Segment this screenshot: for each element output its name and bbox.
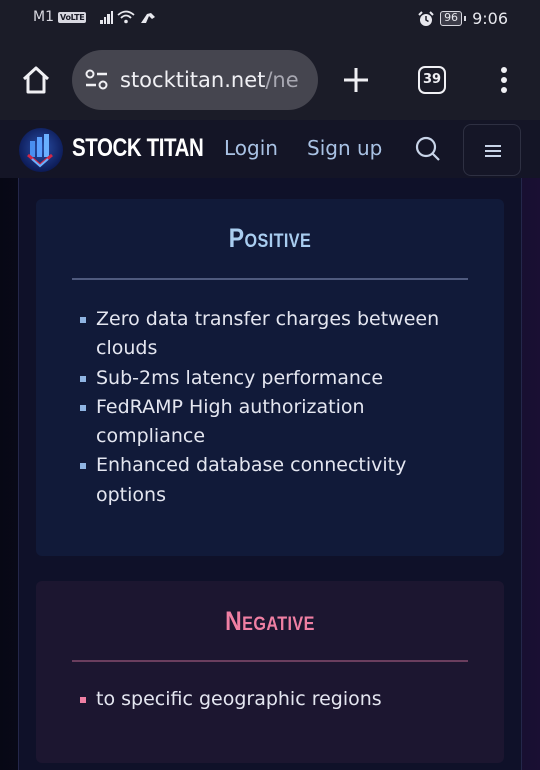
more-menu-icon[interactable] [496,64,512,96]
negative-panel: Negative to specific geographic regions [36,581,504,763]
negative-divider [72,660,468,662]
volte-badge: VoLTE [58,11,87,23]
list-item: Enhanced database connectivity options [80,451,452,510]
carrier-label: M1 [33,9,54,25]
hamburger-line [485,150,501,152]
site-settings-icon[interactable] [84,69,110,91]
address-bar[interactable]: stocktitan.net/ne [72,50,318,110]
list-item: FedRAMP High authorization compliance [80,393,452,452]
bullet-icon [80,404,86,411]
bullet-icon [80,317,86,323]
list-item: Sub-2ms latency performance [80,364,452,393]
hotspot-icon [141,13,156,23]
status-left: M1 VoLTE [33,9,157,25]
list-item-text: Enhanced database connectivity options [96,454,407,506]
bullet-icon [80,697,86,703]
positive-list: Zero data transfer charges between cloud… [80,305,452,510]
list-item: Zero data transfer charges between cloud… [80,305,452,364]
new-tab-icon[interactable] [340,64,372,96]
bullet-icon [80,463,86,470]
list-item-text: to specific geographic regions [96,688,382,710]
status-right: 96 9:06 [418,9,508,28]
login-link[interactable]: Login [224,136,278,160]
hamburger-menu-button[interactable] [463,124,521,176]
url-host: stocktitan.net [120,68,266,92]
positive-heading: Positive [228,223,312,253]
stock-titan-logo-icon[interactable] [18,127,64,173]
negative-list: to specific geographic regions [80,685,452,714]
list-item: to specific geographic regions [80,685,452,714]
signal-icon [100,10,114,24]
alarm-icon [418,10,434,26]
site-header: STOCK TITAN Login Sign up [0,120,540,178]
clock: 9:06 [472,9,508,28]
list-item-text: Zero data transfer charges between cloud… [96,308,440,360]
site-logo-text[interactable]: STOCK TITAN [72,134,204,163]
bullet-icon [80,375,86,382]
status-bar: M1 VoLTE 96 9:06 [0,0,540,40]
positive-panel: Positive Zero data transfer charges betw… [36,199,504,556]
url-path: /ne [265,68,299,92]
positive-divider [72,278,468,280]
hamburger-line [485,145,501,147]
hamburger-line [485,155,501,157]
search-icon[interactable] [414,135,442,163]
negative-heading: Negative [225,606,315,636]
list-item-text: Sub-2ms latency performance [96,366,384,389]
browser-toolbar: stocktitan.net/ne 39 [0,40,540,120]
battery-indicator: 96 [440,11,467,26]
signup-link[interactable]: Sign up [307,136,382,160]
list-item-text: FedRAMP High authorization compliance [96,395,365,448]
home-icon[interactable] [20,64,52,96]
wifi-icon [117,10,136,24]
url-text[interactable]: stocktitan.net/ne [120,68,299,92]
tab-switcher-button[interactable]: 39 [418,66,446,94]
